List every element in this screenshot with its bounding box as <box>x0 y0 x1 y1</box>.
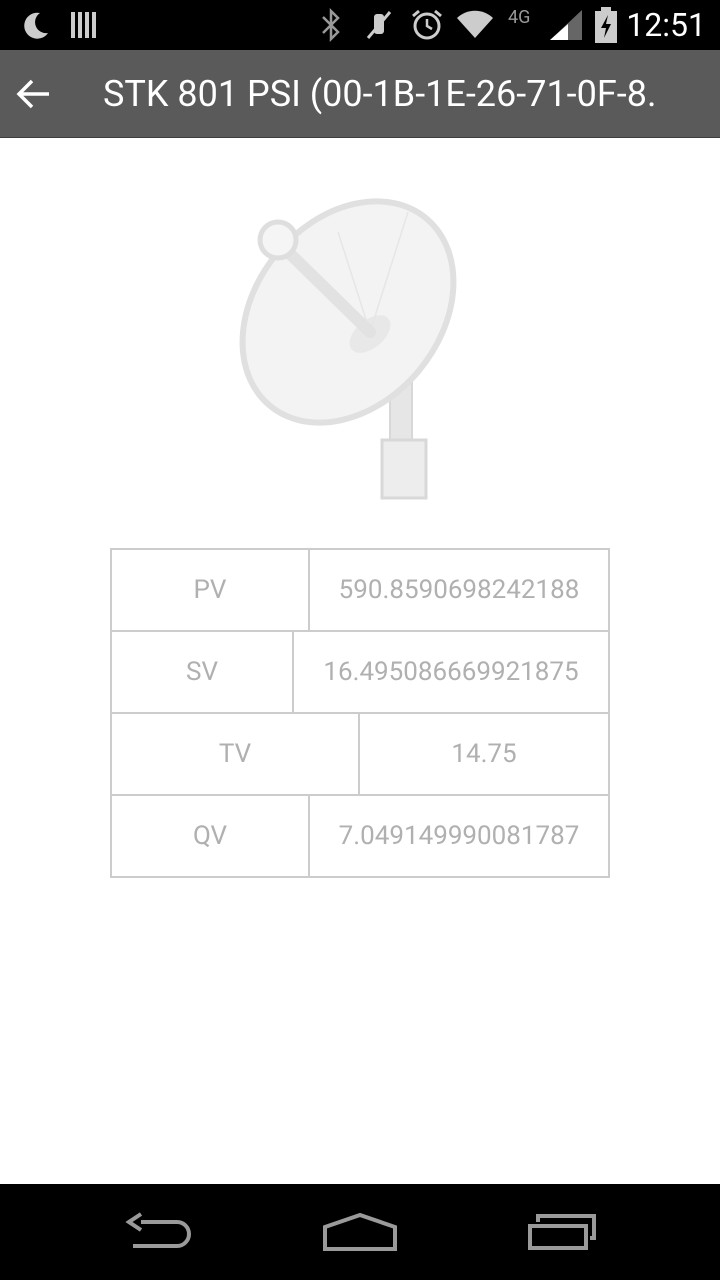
nav-home-button[interactable] <box>300 1184 420 1280</box>
sv-value: 16.495086669921875 <box>323 657 579 687</box>
barcode-icon <box>70 0 98 50</box>
status-bar: 4G 12:51 <box>0 0 720 50</box>
pv-label: PV <box>112 550 310 630</box>
action-bar: STK 801 PSI (00-1B-1E-26-71-0F-8. <box>0 50 720 138</box>
tv-value: 14.75 <box>451 739 517 769</box>
back-button[interactable] <box>8 64 60 124</box>
tv-label: TV <box>112 714 360 794</box>
table-row-qv: QV 7.049149990081787 <box>112 794 608 876</box>
sv-label: SV <box>112 632 294 712</box>
mute-icon <box>364 0 394 50</box>
qv-value: 7.049149990081787 <box>338 821 580 851</box>
status-clock: 12:51 <box>626 6 706 44</box>
signal-icon <box>548 0 584 50</box>
page-title: STK 801 PSI (00-1B-1E-26-71-0F-8. <box>103 73 657 115</box>
arrow-left-icon <box>16 79 49 109</box>
table-row-sv: SV 16.495086669921875 <box>112 630 608 712</box>
moon-icon <box>20 0 52 50</box>
navigation-bar <box>0 1184 720 1280</box>
table-row-tv: TV 14.75 <box>112 712 608 794</box>
wifi-icon <box>456 0 494 50</box>
network-type-label: 4G <box>508 6 531 28</box>
satellite-dish-icon <box>230 192 470 504</box>
nav-back-button[interactable] <box>100 1184 220 1280</box>
qv-label: QV <box>112 796 310 876</box>
nav-home-icon <box>323 1212 397 1251</box>
battery-charging-icon <box>594 0 618 50</box>
nav-recents-icon <box>528 1214 596 1250</box>
nav-recents-button[interactable] <box>502 1184 622 1280</box>
alarm-icon <box>410 0 444 50</box>
table-row-pv: PV 590.8590698242188 <box>112 550 608 630</box>
nav-back-icon <box>125 1212 191 1248</box>
value-table: PV 590.8590698242188 SV 16.4950866699218… <box>110 548 610 878</box>
pv-value: 590.8590698242188 <box>338 575 580 605</box>
bluetooth-icon <box>320 0 342 50</box>
